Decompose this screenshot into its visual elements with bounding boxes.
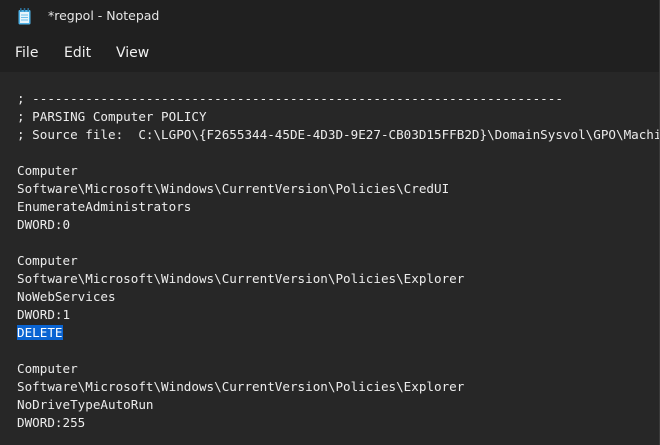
editor-line[interactable]: NoWebServices: [17, 288, 660, 306]
text-editor[interactable]: ; --------------------------------------…: [0, 72, 660, 445]
title-bar[interactable]: *regpol - Notepad: [0, 0, 660, 34]
editor-line[interactable]: DWORD:0: [17, 216, 660, 234]
window-title: *regpol - Notepad: [48, 8, 160, 23]
notepad-icon: [18, 8, 31, 25]
editor-line[interactable]: Software\Microsoft\Windows\CurrentVersio…: [17, 270, 660, 288]
editor-line[interactable]: [17, 234, 660, 252]
editor-line[interactable]: DWORD:255: [17, 414, 660, 432]
selected-text[interactable]: DELETE: [17, 325, 63, 340]
editor-line[interactable]: ; PARSING Computer POLICY: [17, 108, 660, 126]
editor-line[interactable]: Computer: [17, 360, 660, 378]
editor-line[interactable]: Software\Microsoft\Windows\CurrentVersio…: [17, 180, 660, 198]
editor-line[interactable]: [17, 144, 660, 162]
editor-line[interactable]: DELETE: [17, 324, 660, 342]
editor-line[interactable]: EnumerateAdministrators: [17, 198, 660, 216]
editor-line[interactable]: Software\Microsoft\Windows\CurrentVersio…: [17, 378, 660, 396]
editor-line[interactable]: ; Source file: C:\LGPO\{F2655344-45DE-4D…: [17, 126, 660, 144]
editor-line[interactable]: [17, 342, 660, 360]
editor-line[interactable]: Computer: [17, 162, 660, 180]
menu-bar: File Edit View: [0, 34, 660, 72]
editor-line[interactable]: NoDriveTypeAutoRun: [17, 396, 660, 414]
editor-line[interactable]: Computer: [17, 252, 660, 270]
editor-line[interactable]: DWORD:1: [17, 306, 660, 324]
notepad-window: *regpol - Notepad File Edit View ; -----…: [0, 0, 660, 445]
editor-text[interactable]: ; --------------------------------------…: [17, 90, 660, 432]
menu-view[interactable]: View: [114, 45, 151, 61]
editor-line[interactable]: ; --------------------------------------…: [17, 90, 660, 108]
menu-file[interactable]: File: [13, 45, 40, 61]
menu-edit[interactable]: Edit: [62, 45, 93, 61]
